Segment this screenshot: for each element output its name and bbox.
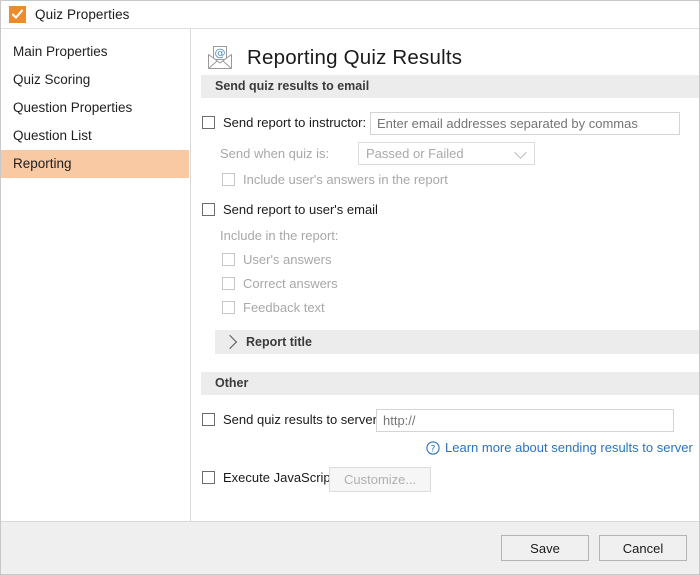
page-title: Reporting Quiz Results (247, 46, 463, 69)
include-feedback-text-label: Feedback text (243, 300, 325, 315)
sidebar-item-label: Question Properties (13, 100, 133, 115)
send-when-quiz-dropdown[interactable]: Passed or Failed (358, 142, 535, 165)
include-feedback-text-checkbox[interactable] (222, 301, 235, 314)
sidebar-item-quiz-scoring[interactable]: Quiz Scoring (1, 66, 190, 94)
sidebar-item-question-properties[interactable]: Question Properties (1, 94, 190, 122)
include-feedback-text-row: Feedback text (222, 300, 325, 315)
chevron-right-icon (222, 334, 238, 350)
include-correct-answers-row: Correct answers (222, 276, 338, 291)
send-report-instructor-row: Send report to instructor: (202, 115, 366, 130)
other-form-area: Send quiz results to server: ? Learn mor… (191, 395, 699, 505)
learn-more-link[interactable]: Learn more about sending results to serv… (445, 440, 693, 455)
send-report-instructor-label: Send report to instructor: (223, 115, 367, 130)
question-circle-icon: ? (426, 440, 440, 455)
section-header-other: Other (201, 372, 699, 395)
titlebar: Quiz Properties (1, 1, 699, 29)
send-report-user-email-label: Send report to user's email (223, 202, 378, 217)
sidebar-nav: Main Properties Quiz Scoring Question Pr… (1, 29, 191, 521)
send-report-user-email-checkbox[interactable] (202, 203, 215, 216)
include-users-answers-row: User's answers (222, 252, 331, 267)
sidebar-item-label: Main Properties (13, 44, 108, 59)
include-in-report-row: Include in the report: (220, 228, 339, 243)
quiz-properties-window: Quiz Properties Main Properties Quiz Sco… (0, 0, 700, 575)
sidebar-item-label: Question List (13, 128, 92, 143)
sidebar-item-reporting[interactable]: Reporting (1, 150, 189, 178)
execute-javascript-row: Execute JavaScript (202, 470, 334, 485)
instructor-email-input[interactable] (370, 112, 680, 135)
include-user-answers-row: Include user's answers in the report (222, 172, 448, 187)
customize-button[interactable]: Customize... (329, 467, 432, 492)
send-report-instructor-checkbox[interactable] (202, 116, 215, 129)
include-users-answers-label: User's answers (243, 252, 332, 267)
send-results-server-row: Send quiz results to server: (202, 412, 381, 427)
svg-text:?: ? (431, 444, 436, 454)
email-envelope-icon: @ (205, 43, 235, 73)
server-url-input[interactable] (376, 409, 674, 432)
cancel-button[interactable]: Cancel (599, 535, 687, 561)
sidebar-item-label: Reporting (13, 156, 72, 171)
content-panel: @ Reporting Quiz Results Send quiz resul… (191, 29, 699, 521)
include-user-answers-checkbox[interactable] (222, 173, 235, 186)
report-title-collapser-label: Report title (246, 335, 312, 349)
window-title: Quiz Properties (35, 7, 130, 22)
send-when-quiz-selected-value: Passed or Failed (366, 146, 464, 161)
include-user-answers-label: Include user's answers in the report (243, 172, 448, 187)
sidebar-item-question-list[interactable]: Question List (1, 122, 190, 150)
sidebar-item-label: Quiz Scoring (13, 72, 91, 87)
chevron-down-icon (514, 145, 527, 159)
execute-javascript-checkbox[interactable] (202, 471, 215, 484)
include-in-report-label: Include in the report: (220, 228, 339, 243)
include-users-answers-checkbox[interactable] (222, 253, 235, 266)
send-when-quiz-row: Send when quiz is: (220, 146, 329, 161)
sidebar-item-main-properties[interactable]: Main Properties (1, 38, 190, 66)
checkmark-icon (9, 6, 26, 23)
email-form-area: Send report to instructor: Send when qui… (191, 98, 699, 330)
include-correct-answers-checkbox[interactable] (222, 277, 235, 290)
send-report-user-email-row: Send report to user's email (202, 202, 378, 217)
send-results-server-label: Send quiz results to server: (223, 412, 381, 427)
save-button[interactable]: Save (501, 535, 589, 561)
dialog-footer: Save Cancel (1, 521, 699, 574)
include-correct-answers-label: Correct answers (243, 276, 338, 291)
send-when-quiz-label: Send when quiz is: (220, 146, 330, 161)
execute-javascript-label: Execute JavaScript (223, 470, 335, 485)
report-title-collapser[interactable]: Report title (215, 330, 699, 354)
svg-text:@: @ (215, 47, 226, 60)
learn-more-row: ? Learn more about sending results to se… (426, 440, 693, 455)
page-header: @ Reporting Quiz Results (191, 29, 699, 75)
section-header-send-email: Send quiz results to email (201, 75, 699, 98)
send-results-server-checkbox[interactable] (202, 413, 215, 426)
window-body: Main Properties Quiz Scoring Question Pr… (1, 29, 699, 521)
